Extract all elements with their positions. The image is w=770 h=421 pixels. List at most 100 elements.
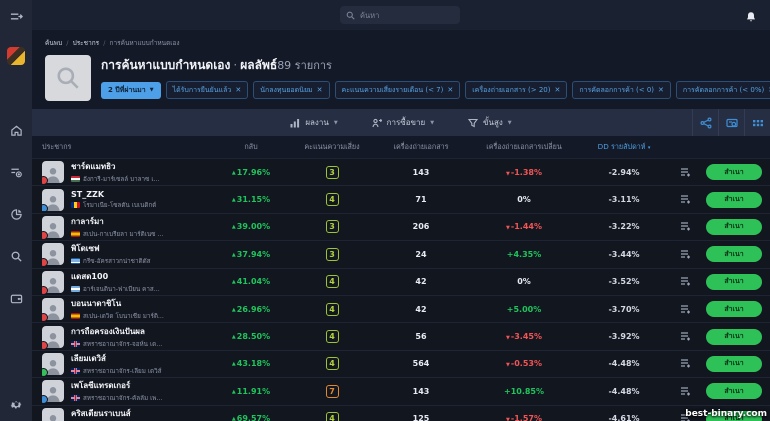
- table-row[interactable]: พิโดเซฟ กรีซ-อัครสาวกน่าชาติดัส ▲37.94% …: [32, 240, 770, 267]
- trader-name[interactable]: แดสด100: [71, 270, 160, 283]
- discover-search-icon[interactable]: [9, 249, 23, 263]
- add-to-watchlist-icon[interactable]: [668, 167, 702, 178]
- copy-trader-button[interactable]: สำเนา: [706, 301, 762, 317]
- trader-name[interactable]: พิโดเซฟ: [71, 242, 151, 255]
- table-row[interactable]: บอนนาดาชิโน สเปน-เดวิด โบนาเชีย มาร์ติ..…: [32, 295, 770, 322]
- trader-name[interactable]: กาลาร์มา: [71, 215, 163, 228]
- up-arrow-icon: ▲: [232, 252, 236, 258]
- trader-subtitle: ฮังการี-มาร์เซลล์ บาลาซ เ...: [71, 174, 160, 184]
- breadcrumb-people[interactable]: ประชากร: [73, 39, 100, 47]
- filter-chip[interactable]: การคัดลอกการค้า (< 0) ✕: [572, 81, 671, 99]
- up-arrow-icon: ▲: [232, 389, 236, 395]
- copiers-change: ▼-1.38%: [468, 168, 580, 177]
- copy-trader-button[interactable]: สำเนา: [706, 192, 762, 208]
- add-to-watchlist-icon[interactable]: [668, 221, 702, 232]
- table-row[interactable]: คริสเตียนราเบนส์ เยอรมนี-คริสเตียน ราเบน…: [32, 405, 770, 421]
- trader-avatar[interactable]: [42, 353, 64, 375]
- trader-avatar[interactable]: [42, 216, 64, 238]
- country-flag-icon: [71, 341, 80, 347]
- wallet-icon[interactable]: [9, 291, 23, 305]
- notifications-bell-icon[interactable]: [745, 8, 758, 21]
- virtual-portfolio-icon[interactable]: [718, 109, 744, 136]
- table-row[interactable]: กาลาร์มา สเปน-กาเบรียลา มาร์ติเนซ ... ▲3…: [32, 213, 770, 240]
- performance-dropdown[interactable]: ผลงาน▼: [290, 116, 337, 129]
- bar-chart-icon: [290, 118, 300, 128]
- copy-trader-button[interactable]: สำเนา: [706, 164, 762, 180]
- table-row[interactable]: เลียมเดวิส์ สหราชอาณาจักร-เลียม เดวิส์ ▲…: [32, 350, 770, 377]
- portfolio-pie-icon[interactable]: [9, 207, 23, 221]
- settings-gear-icon[interactable]: [9, 397, 23, 411]
- filter-chip[interactable]: ได้รับการยืนยันแล้ว ✕: [166, 81, 249, 99]
- trader-avatar[interactable]: [42, 298, 64, 320]
- trader-name[interactable]: การถือครองเงินปันผล: [71, 325, 162, 338]
- grid-view-icon[interactable]: [744, 109, 770, 136]
- home-icon[interactable]: [9, 123, 23, 137]
- col-header-risk[interactable]: คะแนนความเสี่ยง: [290, 142, 374, 153]
- filter-chip[interactable]: การคัดลอกการค้า (< 0%) ✕: [676, 81, 770, 99]
- table-row[interactable]: ST_ZZK โรมาเนีย-โซลตัน เบเนดิกต์ ▲31.15%…: [32, 185, 770, 212]
- col-header-people: ประชากร: [42, 142, 212, 153]
- copy-trader-button[interactable]: สำเนา: [706, 219, 762, 235]
- risk-score: 3: [290, 220, 374, 233]
- col-header-copiers[interactable]: เครื่องถ่ายเอกสาร: [374, 142, 468, 153]
- trader-name[interactable]: บอนนาดาชิโน: [71, 297, 164, 310]
- add-to-watchlist-icon[interactable]: [668, 304, 702, 315]
- table-row[interactable]: ชาร์ดแมทธิว ฮังการี-มาร์เซลล์ บาลาซ เ...…: [32, 158, 770, 185]
- copy-trader-button[interactable]: สำเนา: [706, 383, 762, 399]
- remove-filter-icon[interactable]: ✕: [554, 86, 560, 94]
- filter-chip[interactable]: คะแนนความเสี่ยงรายเดือน (< 7) ✕: [335, 81, 461, 99]
- trader-avatar[interactable]: [42, 408, 64, 421]
- remove-filter-icon[interactable]: ✕: [235, 86, 241, 94]
- expand-menu-icon[interactable]: [9, 9, 23, 23]
- remove-filter-icon[interactable]: ✕: [317, 86, 323, 94]
- trader-avatar[interactable]: [42, 271, 64, 293]
- add-to-watchlist-icon[interactable]: [668, 331, 702, 342]
- add-to-watchlist-icon[interactable]: [668, 276, 702, 287]
- filter-chip-label: การคัดลอกการค้า (< 0%): [683, 85, 764, 96]
- trader-name[interactable]: เพโลซีแทรดเกอร์: [71, 379, 162, 392]
- remove-filter-icon[interactable]: ✕: [447, 86, 453, 94]
- remove-filter-icon[interactable]: ✕: [658, 86, 664, 94]
- breadcrumb-current: การค้นหาแบบกำหนดเอง: [110, 39, 180, 47]
- trader-avatar[interactable]: [42, 380, 64, 402]
- watchlist-icon[interactable]: [9, 165, 23, 179]
- copiers-change: ▼-0.53%: [468, 359, 580, 368]
- copy-trader-button[interactable]: สำเนา: [706, 356, 762, 372]
- col-header-copiers-change[interactable]: เครื่องถ่ายเอกสารเปลี่ยน: [468, 142, 580, 153]
- filter-chip[interactable]: นักลงทุนยอดนิยม ✕: [253, 81, 329, 99]
- risk-score: 7: [290, 385, 374, 398]
- trader-name[interactable]: ชาร์ดแมทธิว: [71, 160, 160, 173]
- table-row[interactable]: แดสด100 อาร์เจนตินา-ฟาเบียน คาส... ▲41.0…: [32, 268, 770, 295]
- trader-avatar[interactable]: [42, 326, 64, 348]
- trader-name[interactable]: ST_ZZK: [71, 190, 156, 199]
- trader-subtitle: สหราชอาณาจักร-คัลลัม เพ...: [71, 393, 162, 403]
- trader-name[interactable]: คริสเตียนราเบนส์: [71, 407, 156, 420]
- filter-chip[interactable]: เครื่องถ่ายเอกสาร (> 20) ✕: [465, 81, 567, 99]
- copy-trader-button[interactable]: สำเนา: [706, 329, 762, 345]
- table-row[interactable]: เพโลซีแทรดเกอร์ สหราชอาณาจักร-คัลลัม เพ.…: [32, 377, 770, 404]
- search-input[interactable]: [360, 11, 440, 20]
- breadcrumb-discover[interactable]: ค้นพบ: [45, 39, 62, 47]
- advanced-dropdown[interactable]: ขั้นสูง▼: [468, 116, 512, 129]
- time-period-chip[interactable]: 2 ปีที่ผ่านมา▼: [101, 82, 161, 99]
- share-icon[interactable]: [692, 109, 718, 136]
- copiers-count: 24: [374, 250, 468, 259]
- weekly-dd-value: -3.92%: [580, 332, 668, 341]
- table-row[interactable]: การถือครองเงินปันผล สหราชอาณาจักร-จอห์น …: [32, 322, 770, 349]
- global-search[interactable]: [340, 6, 460, 24]
- trader-name[interactable]: เลียมเดวิส์: [71, 352, 162, 365]
- add-to-watchlist-icon[interactable]: [668, 194, 702, 205]
- col-header-weekly-dd[interactable]: DD รายสัปดาห์ ▾: [580, 142, 668, 153]
- col-header-return[interactable]: กลับ: [212, 142, 290, 153]
- add-to-watchlist-icon[interactable]: [668, 249, 702, 260]
- copy-trader-button[interactable]: สำเนา: [706, 274, 762, 290]
- watermark: best-binary.com: [685, 409, 767, 419]
- user-avatar[interactable]: [7, 47, 25, 65]
- add-to-watchlist-icon[interactable]: [668, 358, 702, 369]
- trading-dropdown[interactable]: การซื้อขาย▼: [372, 116, 434, 129]
- copy-trader-button[interactable]: สำเนา: [706, 246, 762, 262]
- trader-avatar[interactable]: [42, 243, 64, 265]
- trader-avatar[interactable]: [42, 161, 64, 183]
- trader-avatar[interactable]: [42, 189, 64, 211]
- add-to-watchlist-icon[interactable]: [668, 386, 702, 397]
